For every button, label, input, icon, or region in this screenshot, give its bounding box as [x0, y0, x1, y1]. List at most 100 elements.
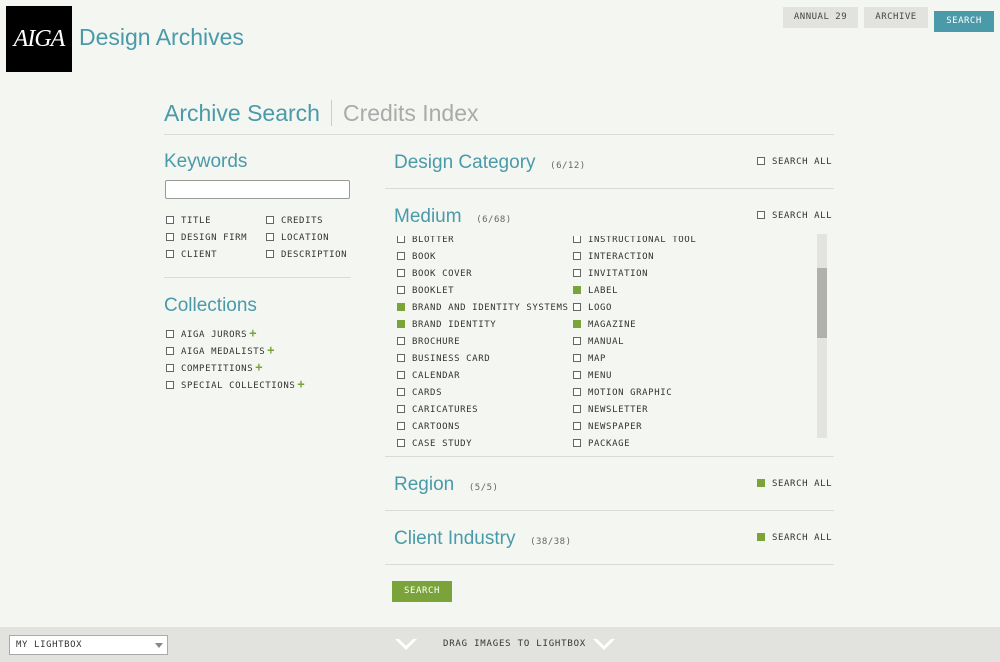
- tab-credits-index[interactable]: Credits Index: [343, 100, 479, 127]
- checkbox[interactable]: [166, 249, 174, 258]
- checkbox[interactable]: [573, 268, 581, 277]
- archive-button[interactable]: ARCHIVE: [864, 7, 928, 28]
- chevron-down-icon[interactable]: [592, 638, 616, 652]
- collection-item[interactable]: SPECIAL COLLECTIONS +: [166, 377, 305, 391]
- medium-option[interactable]: CALENDAR: [397, 369, 460, 383]
- medium-option[interactable]: PACKAGE: [573, 437, 630, 450]
- checkbox[interactable]: [166, 363, 174, 372]
- medium-option[interactable]: MOTION GRAPHIC: [573, 386, 672, 400]
- medium-option[interactable]: CARDS: [397, 386, 442, 400]
- checkbox[interactable]: [397, 421, 405, 430]
- design-category-header[interactable]: Design Category (6/12): [394, 152, 586, 174]
- collection-item[interactable]: AIGA MEDALISTS +: [166, 343, 275, 357]
- checkbox[interactable]: [397, 302, 405, 311]
- checkbox[interactable]: [573, 319, 581, 328]
- collection-item[interactable]: AIGA JURORS +: [166, 326, 257, 340]
- checkbox[interactable]: [573, 387, 581, 396]
- keyword-option[interactable]: LOCATION: [266, 231, 329, 245]
- keywords-input[interactable]: [165, 180, 350, 199]
- checkbox[interactable]: [573, 353, 581, 362]
- medium-option[interactable]: NEWSLETTER: [573, 403, 648, 417]
- checkbox[interactable]: [573, 370, 581, 379]
- checkbox[interactable]: [166, 232, 174, 241]
- region-header[interactable]: Region (5/5): [394, 474, 498, 496]
- checkbox[interactable]: [573, 302, 581, 311]
- medium-scrollbar[interactable]: [817, 234, 827, 438]
- medium-option[interactable]: BUSINESS CARD: [397, 352, 490, 366]
- client-industry-header[interactable]: Client Industry (38/38): [394, 528, 572, 550]
- medium-option[interactable]: INVITATION: [573, 267, 648, 281]
- medium-option[interactable]: NEWSPAPER: [573, 420, 642, 434]
- site-title[interactable]: Design Archives: [79, 24, 244, 51]
- medium-option[interactable]: LABEL: [573, 284, 618, 298]
- lightbox-select[interactable]: MY LIGHTBOX: [9, 635, 168, 655]
- search-button[interactable]: SEARCH: [392, 581, 452, 602]
- checkbox[interactable]: [397, 353, 405, 362]
- medium-search-all[interactable]: SEARCH ALL: [757, 209, 832, 223]
- medium-option[interactable]: MENU: [573, 369, 612, 383]
- plus-icon[interactable]: +: [249, 326, 257, 340]
- plus-icon[interactable]: +: [297, 377, 305, 391]
- plus-icon[interactable]: +: [255, 360, 263, 374]
- checkbox[interactable]: [397, 319, 405, 328]
- medium-option[interactable]: BOOK: [397, 250, 436, 264]
- medium-option[interactable]: BOOK COVER: [397, 267, 472, 281]
- medium-search-all-checkbox[interactable]: [757, 210, 765, 219]
- medium-option[interactable]: MANUAL: [573, 335, 624, 349]
- checkbox[interactable]: [166, 346, 174, 355]
- checkbox[interactable]: [397, 370, 405, 379]
- checkbox[interactable]: [266, 249, 274, 258]
- checkbox[interactable]: [573, 438, 581, 447]
- client-industry-search-all-checkbox[interactable]: [757, 532, 765, 541]
- medium-option[interactable]: CASE STUDY: [397, 437, 472, 450]
- keyword-option[interactable]: TITLE: [166, 214, 211, 228]
- checkbox[interactable]: [573, 285, 581, 294]
- client-industry-search-all[interactable]: SEARCH ALL: [757, 531, 832, 545]
- aiga-logo[interactable]: AIGA: [6, 6, 72, 72]
- chevron-down-icon[interactable]: [394, 638, 418, 652]
- medium-option[interactable]: INSTRUCTIONAL TOOL: [573, 236, 696, 247]
- keyword-option[interactable]: CREDITS: [266, 214, 323, 228]
- checkbox[interactable]: [397, 438, 405, 447]
- region-search-all[interactable]: SEARCH ALL: [757, 477, 832, 491]
- medium-option[interactable]: BROCHURE: [397, 335, 460, 349]
- medium-option[interactable]: BRAND AND IDENTITY SYSTEMS: [397, 301, 568, 315]
- design-category-search-all-checkbox[interactable]: [757, 156, 765, 165]
- collection-item[interactable]: COMPETITIONS +: [166, 360, 263, 374]
- checkbox[interactable]: [397, 268, 405, 277]
- annual-29-button[interactable]: ANNUAL 29: [783, 7, 858, 28]
- checkbox[interactable]: [397, 251, 405, 260]
- keyword-option[interactable]: DESCRIPTION: [266, 248, 347, 262]
- checkbox[interactable]: [573, 236, 581, 243]
- medium-option[interactable]: BLOTTER: [397, 236, 454, 247]
- checkbox[interactable]: [166, 215, 174, 224]
- checkbox[interactable]: [573, 421, 581, 430]
- medium-option[interactable]: BRAND IDENTITY: [397, 318, 496, 332]
- checkbox[interactable]: [573, 404, 581, 413]
- checkbox[interactable]: [166, 380, 174, 389]
- medium-option[interactable]: BOOKLET: [397, 284, 454, 298]
- plus-icon[interactable]: +: [267, 343, 275, 357]
- region-search-all-checkbox[interactable]: [757, 478, 765, 487]
- medium-header[interactable]: Medium (6/68): [394, 206, 512, 228]
- checkbox[interactable]: [397, 404, 405, 413]
- tab-archive-search[interactable]: Archive Search: [164, 100, 320, 127]
- checkbox[interactable]: [397, 336, 405, 345]
- checkbox[interactable]: [397, 236, 405, 243]
- checkbox[interactable]: [166, 329, 174, 338]
- checkbox[interactable]: [573, 251, 581, 260]
- medium-option[interactable]: LOGO: [573, 301, 612, 315]
- header-search-button[interactable]: SEARCH: [934, 11, 994, 32]
- medium-option[interactable]: MAP: [573, 352, 606, 366]
- medium-option[interactable]: CARICATURES: [397, 403, 478, 417]
- checkbox[interactable]: [266, 215, 274, 224]
- design-category-search-all[interactable]: SEARCH ALL: [757, 155, 832, 169]
- keyword-option[interactable]: CLIENT: [166, 248, 217, 262]
- checkbox[interactable]: [573, 336, 581, 345]
- medium-option[interactable]: CARTOONS: [397, 420, 460, 434]
- checkbox[interactable]: [397, 387, 405, 396]
- medium-option[interactable]: MAGAZINE: [573, 318, 636, 332]
- checkbox[interactable]: [397, 285, 405, 294]
- medium-scrollbar-thumb[interactable]: [817, 267, 827, 338]
- keyword-option[interactable]: DESIGN FIRM: [166, 231, 247, 245]
